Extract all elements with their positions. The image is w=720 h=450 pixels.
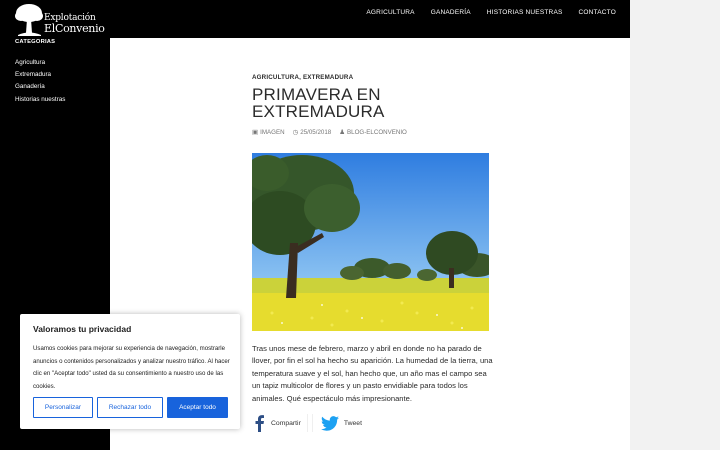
category-list: Agricultura Extremadura Ganadería Histor… [15,57,65,106]
post-format-label: IMAGEN [260,129,285,136]
site-logo[interactable]: Explotación ElConvenio [14,2,114,38]
accept-all-button[interactable]: Aceptar todo [167,397,228,418]
logo-line-2: ElConvenio [44,22,105,35]
nav-item-agricultura[interactable]: AGRICULTURA [358,9,422,16]
user-icon: ♟ [339,129,346,136]
share-twitter-label[interactable]: Tweet [344,420,362,427]
post-meta: ▣ IMAGEN ◷ 25/05/2018 ♟ BLOG-ELCONVENIO [252,128,407,136]
cookie-consent-dialog: Valoramos tu privacidad Usamos cookies p… [20,314,240,429]
post-title[interactable]: PRIMAVERA EN EXTREMADURA [252,86,492,120]
cookie-text: Usamos cookies para mejorar su experienc… [33,345,230,390]
nav-item-contacto[interactable]: CONTACTO [571,9,624,16]
clock-icon: ◷ [292,129,299,136]
share-bar: Compartir Tweet [252,414,362,432]
post-date[interactable]: ◷ 25/05/2018 [293,128,332,136]
post-categories[interactable]: AGRICULTURA, EXTREMADURA [252,74,353,81]
oak-tree-icon [15,4,43,36]
post-image [252,153,489,331]
post-author-label: BLOG-ELCONVENIO [347,129,407,136]
facebook-icon[interactable] [252,414,266,432]
cookie-title: Valoramos tu privacidad [33,324,132,334]
nav-item-ganaderia[interactable]: GANADERÍA [423,9,479,16]
twitter-icon[interactable] [320,415,339,431]
post-author[interactable]: ♟ BLOG-ELCONVENIO [339,128,407,136]
sidebar-title: CATEGORIAS [15,39,56,45]
sidebar-item-agricultura[interactable]: Agricultura [15,57,65,69]
page-margin [630,0,720,450]
share-separator [306,414,313,432]
share-facebook-label[interactable]: Compartir [271,420,301,427]
post-format[interactable]: ▣ IMAGEN [252,128,285,136]
post-date-label: 25/05/2018 [300,129,332,136]
reject-all-button[interactable]: Rechazar todo [97,397,163,418]
customize-button[interactable]: Personalizar [33,397,93,418]
meadow-trees-image [252,153,489,331]
post-body: Tras unos mese de febrero, marzo y abril… [252,344,493,403]
sidebar-item-historias[interactable]: Historias nuestras [15,94,65,106]
site-name: Explotación ElConvenio [44,14,105,35]
image-format-icon: ▣ [252,129,259,136]
sidebar-item-ganaderia[interactable]: Ganadería [15,81,65,93]
cookie-actions: Personalizar Rechazar todo Aceptar todo [33,397,228,418]
sidebar-item-extremadura[interactable]: Extremadura [15,69,65,81]
nav-item-historias[interactable]: HISTORIAS NUESTRAS [479,9,571,16]
site-header: Explotación ElConvenio AGRICULTURA GANAD… [0,0,630,38]
main-nav: AGRICULTURA GANADERÍA HISTORIAS NUESTRAS… [358,0,624,24]
